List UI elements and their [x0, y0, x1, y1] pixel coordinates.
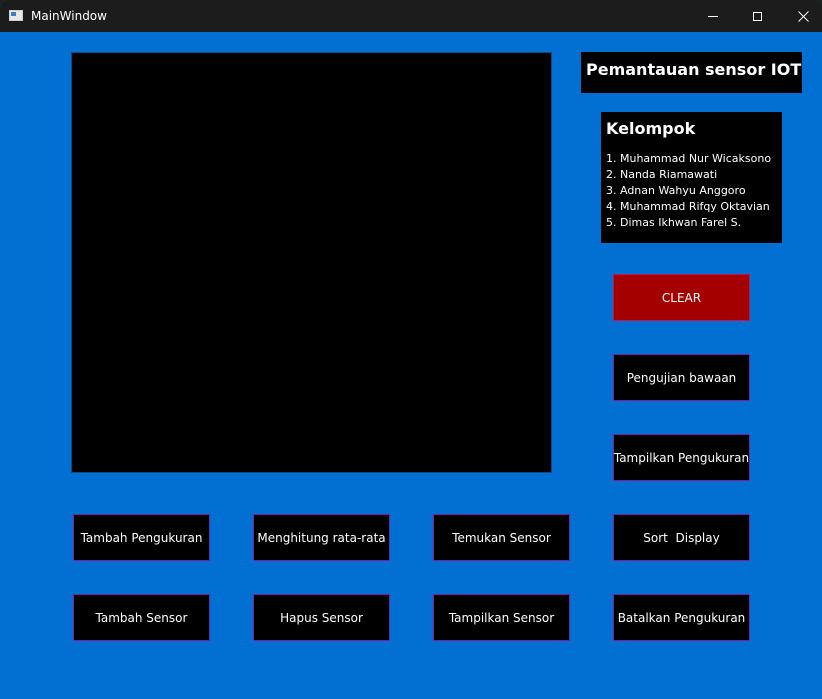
find-sensor-button[interactable]: Temukan Sensor	[433, 514, 570, 561]
clear-button[interactable]: CLEAR	[613, 274, 750, 321]
maximize-button[interactable]	[734, 0, 780, 32]
minimize-button[interactable]	[690, 0, 736, 32]
member-list: 1. Muhammad Nur Wicaksono 2. Nanda Riama…	[606, 151, 782, 231]
app-window-icon	[9, 10, 23, 21]
list-item: 1. Muhammad Nur Wicaksono	[606, 152, 772, 165]
add-sensor-button[interactable]: Tambah Sensor	[73, 594, 210, 641]
close-button[interactable]	[780, 0, 822, 32]
delete-sensor-button[interactable]: Hapus Sensor	[253, 594, 390, 641]
minimize-icon	[708, 15, 718, 17]
compute-average-button[interactable]: Menghitung rata-rata	[253, 514, 390, 561]
list-item: 4. Muhammad Rifqy Oktavian	[606, 200, 770, 213]
group-heading: Kelompok	[606, 119, 696, 138]
sort-display-button[interactable]: Sort Display	[613, 514, 750, 561]
app-title-label: Pemantauan sensor IOT	[581, 52, 802, 93]
show-sensor-button[interactable]: Tampilkan Sensor	[433, 594, 570, 641]
group-info-panel: Kelompok 1. Muhammad Nur Wicaksono 2. Na…	[601, 112, 782, 243]
list-item: 3. Adnan Wahyu Anggoro	[606, 184, 746, 197]
list-item: 5. Dimas Ikhwan Farel S.	[606, 216, 742, 229]
show-measurement-button[interactable]: Tampilkan Pengukuran	[613, 434, 750, 481]
list-item: 2. Nanda Riamawati	[606, 168, 718, 181]
display-output-area[interactable]	[71, 52, 552, 473]
window-title: MainWindow	[31, 9, 107, 23]
maximize-icon	[752, 11, 762, 21]
default-test-button[interactable]: Pengujian bawaan	[613, 354, 750, 401]
main-window: MainWindow Pemantauan sensor IOT Kelompo…	[0, 0, 822, 699]
close-icon	[797, 10, 809, 22]
title-bar[interactable]: MainWindow	[0, 0, 822, 32]
add-measurement-button[interactable]: Tambah Pengukuran	[73, 514, 210, 561]
cancel-measurement-button[interactable]: Batalkan Pengukuran	[613, 594, 750, 641]
